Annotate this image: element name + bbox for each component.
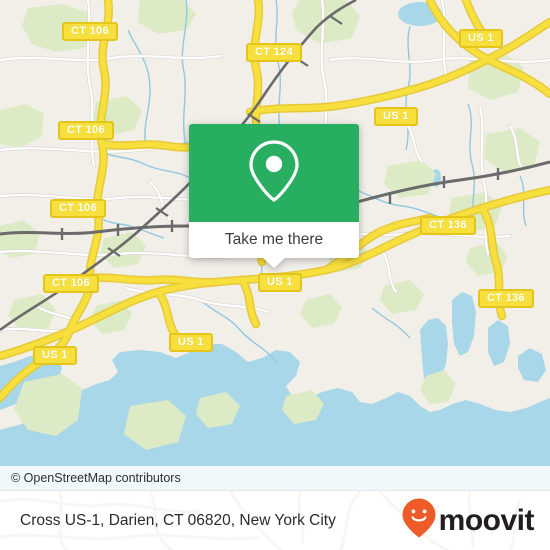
road-shield: CT 136 [420,216,476,235]
map-attribution[interactable]: © OpenStreetMap contributors [0,466,550,490]
callout-pointer-tail [263,258,285,268]
screenshot-root: CT 106 CT 124 US 1 CT 106 US 1 CT 106 CT… [0,0,550,550]
callout-green-panel [189,124,359,222]
footer-bar: Cross US-1, Darien, CT 06820, New York C… [0,490,550,550]
road-shield: US 1 [459,29,503,48]
road-shield: CT 106 [43,274,99,293]
moovit-pin-smiley-icon [401,497,437,544]
callout-label-bar[interactable]: Take me there [189,222,359,258]
road-shield: US 1 [258,273,302,292]
moovit-wordmark: moovit [438,503,535,537]
road-shield: US 1 [169,333,213,352]
road-shield: CT 106 [62,22,118,41]
road-shield: US 1 [33,346,77,365]
road-shield: CT 136 [478,289,534,308]
take-me-there-callout[interactable]: Take me there [189,124,359,268]
road-shield: CT 106 [58,121,114,140]
callout-label: Take me there [224,231,324,248]
address-label: Cross US-1, Darien, CT 06820, New York C… [20,511,336,529]
road-shield: CT 106 [50,199,106,218]
road-shield: CT 124 [246,43,302,62]
moovit-logo[interactable]: moovit [401,497,535,544]
road-shield: US 1 [374,107,418,126]
map-pin-icon [246,138,302,209]
